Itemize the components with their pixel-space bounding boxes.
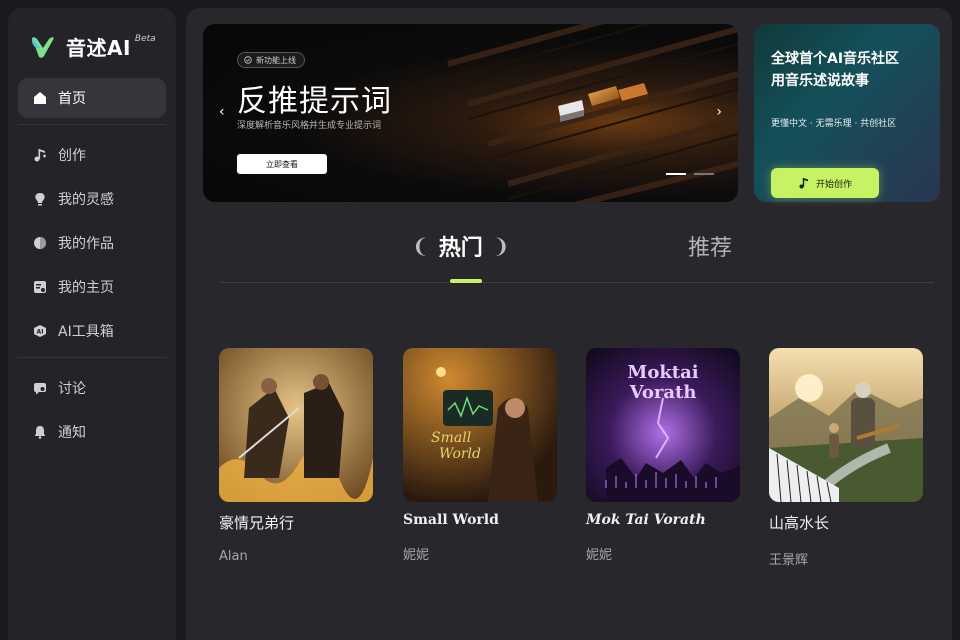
carousel-dots [666, 173, 714, 175]
cover-text-vorath: Vorath [629, 382, 697, 403]
song-author[interactable]: 妮妮 [586, 544, 740, 563]
feature-banner[interactable]: 新功能上线 反推提示词 深度解析音乐风格并生成专业提示词 立即查看 ‹ › [203, 24, 738, 202]
sidebar-item-create[interactable]: 创作 [18, 135, 166, 175]
sidebar: 音述AI Beta 首页 创作 我的灵感 我的作品 我的主页 AI AI工具箱 … [8, 8, 176, 640]
song-title[interactable]: 豪情兄弟行 [219, 512, 373, 533]
song-title[interactable]: Mok Tai Vorath [586, 512, 740, 528]
laurel-left-icon: ❨ [412, 234, 429, 258]
sidebar-item-ai-toolbox[interactable]: AI AI工具箱 [18, 311, 166, 351]
song-author[interactable]: 妮妮 [403, 544, 557, 563]
carousel-dot[interactable] [666, 173, 686, 175]
studio-girl-cover-image: Small World [403, 348, 557, 502]
song-card[interactable]: Small World Small World 妮妮 [403, 348, 557, 563]
app-logo[interactable]: 音述AI Beta [30, 32, 156, 61]
ai-toolbox-icon: AI [32, 323, 48, 339]
moktai-vorath-cover-image: Moktai Vorath [586, 348, 740, 502]
warriors-cover-image [219, 348, 373, 502]
tab-hot-label: 热门 [438, 236, 483, 261]
music-note-icon [798, 177, 810, 189]
carousel-prev-icon[interactable]: ‹ [219, 104, 225, 120]
check-circle-icon [244, 56, 252, 64]
promo-card: 全球首个AI音乐社区 用音乐述说故事 更懂中文 · 无需乐理 · 共创社区 开始… [754, 24, 940, 202]
song-card[interactable]: 豪情兄弟行 Alan [219, 348, 373, 564]
logo-icon [30, 34, 56, 60]
mixer-fader-image [447, 24, 738, 202]
sidebar-item-discuss[interactable]: 讨论 [18, 368, 166, 408]
song-title[interactable]: 山高水长 [769, 512, 923, 533]
banner-title: 反推提示词 [237, 84, 392, 119]
sidebar-item-label: 首页 [58, 91, 86, 107]
laurel-right-icon: ❩ [492, 234, 510, 258]
tab-divider [220, 282, 934, 283]
song-title[interactable]: Small World [403, 512, 557, 528]
tab-recommend[interactable]: 推荐 [688, 230, 732, 262]
sidebar-item-inspiration[interactable]: 我的灵感 [18, 179, 166, 219]
profile-icon [32, 279, 48, 295]
song-author[interactable]: Alan [219, 549, 373, 564]
chat-icon [32, 380, 48, 396]
sidebar-item-home[interactable]: 首页 [18, 78, 166, 118]
sidebar-item-label: 讨论 [58, 381, 86, 397]
nav-divider [18, 357, 166, 358]
nav-divider [18, 124, 166, 125]
carousel-next-icon[interactable]: › [716, 104, 722, 120]
sidebar-item-works[interactable]: 我的作品 [18, 223, 166, 263]
start-create-button[interactable]: 开始创作 [771, 168, 879, 198]
song-card[interactable]: 山高水长 王景辉 [769, 348, 923, 568]
sidebar-item-label: 通知 [58, 425, 86, 441]
sidebar-item-label: 创作 [58, 148, 86, 164]
song-cover[interactable]: Moktai Vorath [586, 348, 740, 502]
song-card[interactable]: Moktai Vorath Mok Tai Vorath 妮妮 [586, 348, 740, 563]
cover-text-small: Small [431, 430, 471, 446]
home-icon [32, 90, 48, 106]
new-feature-text: 新功能上线 [256, 55, 296, 65]
tab-hot[interactable]: ❨ 热门 ❩ [412, 230, 510, 262]
song-cover[interactable] [219, 348, 373, 502]
beta-badge: Beta [134, 33, 156, 44]
sidebar-item-label: AI工具箱 [58, 324, 114, 340]
new-feature-tag: 新功能上线 [237, 52, 305, 68]
tab-active-indicator [450, 279, 482, 283]
bulb-icon [32, 191, 48, 207]
song-author[interactable]: 王景辉 [769, 549, 923, 568]
app-name: 音述AI [66, 36, 131, 60]
promo-title: 全球首个AI音乐社区 用音乐述说故事 [771, 48, 899, 92]
promo-title-line1: 全球首个AI音乐社区 [771, 51, 900, 67]
feed-tabs: ❨ 热门 ❩ 推荐 [186, 226, 952, 286]
start-create-label: 开始创作 [815, 179, 852, 190]
cover-text-moktai: Moktai [627, 362, 698, 383]
sidebar-item-label: 我的灵感 [58, 192, 114, 208]
song-cover[interactable] [769, 348, 923, 502]
promo-title-line2: 用音乐述说故事 [771, 73, 869, 89]
sidebar-item-label: 我的主页 [58, 280, 114, 296]
banner-subtitle: 深度解析音乐风格并生成专业提示词 [237, 121, 382, 131]
mountain-river-cover-image [769, 348, 923, 502]
promo-subtitle: 更懂中文 · 无需乐理 · 共创社区 [771, 119, 897, 129]
view-now-button[interactable]: 立即查看 [237, 154, 327, 174]
bell-icon [32, 424, 48, 440]
svg-text:AI: AI [37, 329, 44, 336]
main-content: 新功能上线 反推提示词 深度解析音乐风格并生成专业提示词 立即查看 ‹ › 全球… [186, 8, 952, 640]
cover-text-world: World [439, 446, 481, 462]
sidebar-item-profile[interactable]: 我的主页 [18, 267, 166, 307]
carousel-dot[interactable] [694, 173, 714, 175]
sidebar-nav: 首页 创作 我的灵感 我的作品 我的主页 AI AI工具箱 讨论 通知 [18, 78, 166, 456]
song-cover[interactable]: Small World [403, 348, 557, 502]
sidebar-item-label: 我的作品 [58, 236, 114, 252]
sidebar-item-notify[interactable]: 通知 [18, 412, 166, 452]
music-note-icon [32, 147, 48, 163]
disc-icon [32, 235, 48, 251]
